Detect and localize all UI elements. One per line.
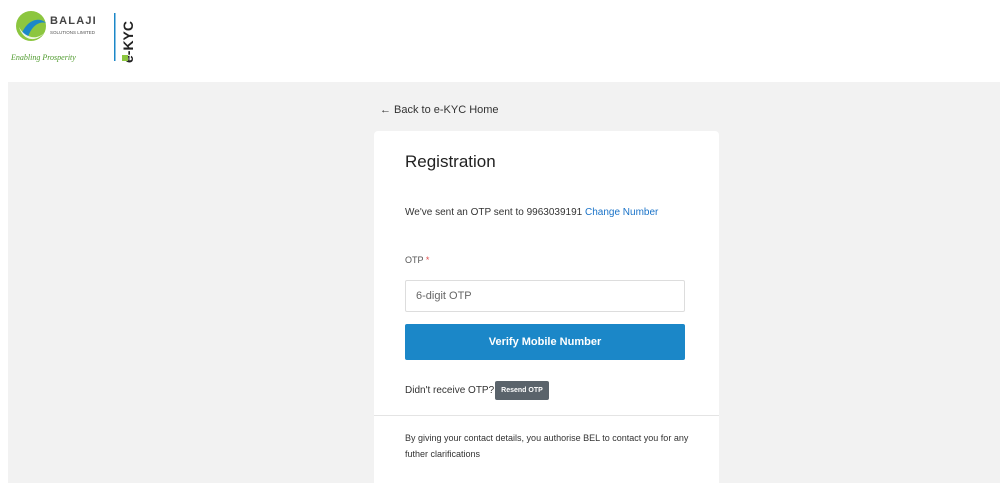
resend-row: Didn't receive OTP? Resend OTP <box>405 381 549 400</box>
divider <box>374 415 719 416</box>
brand-subtitle: SOLUTIONS LIMITED <box>50 30 96 35</box>
otp-sent-text: We've sent an OTP sent to 9963039191 <box>405 207 583 218</box>
required-marker: * <box>425 255 430 265</box>
resend-prompt: Didn't receive OTP? <box>405 385 495 396</box>
arrow-left-icon: ← <box>380 104 391 116</box>
brand-tagline: Enabling Prosperity <box>10 53 76 62</box>
otp-field-label: OTP * <box>405 255 429 265</box>
registration-card: Registration We've sent an OTP sent to 9… <box>374 131 719 483</box>
brand-name: BALAJI <box>50 15 97 27</box>
back-link-label: Back to e-KYC Home <box>394 104 499 116</box>
otp-sent-message: We've sent an OTP sent to 9963039191 Cha… <box>405 205 680 221</box>
company-logo[interactable]: BALAJI SOLUTIONS LIMITED Enabling Prospe… <box>10 7 150 69</box>
otp-input[interactable] <box>405 280 685 312</box>
change-number-link[interactable]: Change Number <box>585 207 658 218</box>
verify-mobile-button[interactable]: Verify Mobile Number <box>405 324 685 360</box>
back-to-home-link[interactable]: ← Back to e-KYC Home <box>380 104 499 116</box>
page-title: Registration <box>405 152 496 171</box>
header: BALAJI SOLUTIONS LIMITED Enabling Prospe… <box>0 0 1000 82</box>
otp-label-text: OTP <box>405 255 424 265</box>
consent-text: By giving your contact details, you auth… <box>405 433 689 459</box>
main-content: ← Back to e-KYC Home Registration We've s… <box>8 82 1000 483</box>
resend-otp-button[interactable]: Resend OTP <box>495 381 549 400</box>
